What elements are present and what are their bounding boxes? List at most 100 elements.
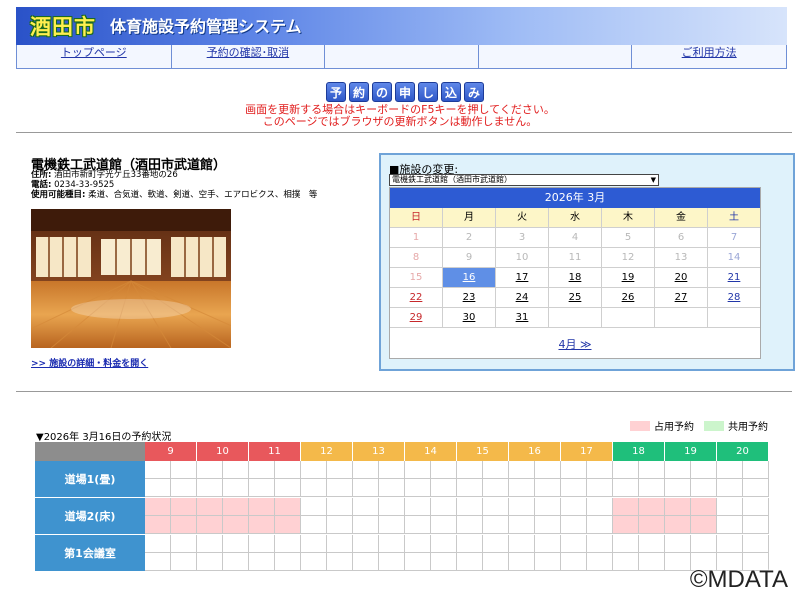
time-slot[interactable] <box>405 516 431 534</box>
time-slot[interactable] <box>717 479 743 497</box>
time-slot[interactable] <box>379 461 405 479</box>
time-slot[interactable] <box>561 479 587 497</box>
time-slot[interactable] <box>431 553 457 571</box>
time-slot[interactable] <box>353 479 379 497</box>
time-slot[interactable] <box>483 535 509 553</box>
time-slot[interactable] <box>379 479 405 497</box>
facility-select[interactable]: 電機鉄工武道館（酒田市武道館） ▼ <box>389 174 659 186</box>
time-slot[interactable] <box>405 553 431 571</box>
facility-detail-link[interactable]: >> 施設の詳細・料金を開く <box>31 356 148 369</box>
calendar-day[interactable]: 30 <box>443 308 496 328</box>
time-slot[interactable] <box>587 479 613 497</box>
time-slot[interactable] <box>691 461 717 479</box>
calendar-day[interactable]: 17 <box>496 268 549 288</box>
time-slot[interactable] <box>665 535 691 553</box>
time-slot[interactable] <box>171 553 197 571</box>
time-slot[interactable] <box>457 553 483 571</box>
time-slot[interactable] <box>535 535 561 553</box>
time-slot[interactable] <box>327 461 353 479</box>
time-slot[interactable] <box>145 498 171 516</box>
calendar-day[interactable]: 16 <box>443 268 496 288</box>
time-slot[interactable] <box>223 479 249 497</box>
time-slot[interactable] <box>379 516 405 534</box>
time-slot[interactable] <box>275 516 301 534</box>
time-slot[interactable] <box>405 461 431 479</box>
time-slot[interactable] <box>197 535 223 553</box>
time-slot[interactable] <box>249 516 275 534</box>
time-slot[interactable] <box>197 479 223 497</box>
time-slot[interactable] <box>717 535 743 553</box>
time-slot[interactable] <box>275 479 301 497</box>
time-slot[interactable] <box>639 553 665 571</box>
time-slot[interactable] <box>587 498 613 516</box>
time-slot[interactable] <box>639 535 665 553</box>
time-slot[interactable] <box>587 461 613 479</box>
time-slot[interactable] <box>223 553 249 571</box>
time-slot[interactable] <box>639 479 665 497</box>
time-slot[interactable] <box>639 461 665 479</box>
time-slot[interactable] <box>717 461 743 479</box>
time-slot[interactable] <box>145 535 171 553</box>
time-slot[interactable] <box>639 498 665 516</box>
time-slot[interactable] <box>483 461 509 479</box>
time-slot[interactable] <box>171 498 197 516</box>
calendar-day[interactable]: 31 <box>496 308 549 328</box>
time-slot[interactable] <box>171 516 197 534</box>
time-slot[interactable] <box>431 535 457 553</box>
time-slot[interactable] <box>223 498 249 516</box>
calendar-day[interactable]: 21 <box>708 268 760 288</box>
calendar-day[interactable]: 27 <box>655 288 708 308</box>
time-slot[interactable] <box>613 498 639 516</box>
time-slot[interactable] <box>431 461 457 479</box>
time-slot[interactable] <box>223 516 249 534</box>
next-month-link[interactable]: 4月 ≫ <box>390 336 760 352</box>
time-slot[interactable] <box>639 516 665 534</box>
time-slot[interactable] <box>483 498 509 516</box>
nav-link-guide[interactable]: ご利用方法 <box>632 46 786 60</box>
time-slot[interactable] <box>405 535 431 553</box>
time-slot[interactable] <box>301 479 327 497</box>
time-slot[interactable] <box>535 479 561 497</box>
time-slot[interactable] <box>509 553 535 571</box>
calendar-day[interactable]: 24 <box>496 288 549 308</box>
time-slot[interactable] <box>457 479 483 497</box>
time-slot[interactable] <box>665 498 691 516</box>
time-slot[interactable] <box>561 516 587 534</box>
time-slot[interactable] <box>561 498 587 516</box>
time-slot[interactable] <box>743 479 769 497</box>
time-slot[interactable] <box>301 461 327 479</box>
time-slot[interactable] <box>613 479 639 497</box>
city-logo[interactable]: 酒田市 <box>26 12 100 41</box>
time-slot[interactable] <box>275 498 301 516</box>
time-slot[interactable] <box>431 516 457 534</box>
time-slot[interactable] <box>457 498 483 516</box>
time-slot[interactable] <box>145 553 171 571</box>
time-slot[interactable] <box>561 535 587 553</box>
time-slot[interactable] <box>613 535 639 553</box>
time-slot[interactable] <box>379 498 405 516</box>
time-slot[interactable] <box>327 535 353 553</box>
calendar-day[interactable]: 19 <box>602 268 655 288</box>
time-slot[interactable] <box>691 479 717 497</box>
calendar-day[interactable]: 26 <box>602 288 655 308</box>
time-slot[interactable] <box>353 535 379 553</box>
time-slot[interactable] <box>145 461 171 479</box>
time-slot[interactable] <box>171 461 197 479</box>
time-slot[interactable] <box>535 553 561 571</box>
time-slot[interactable] <box>587 535 613 553</box>
time-slot[interactable] <box>665 553 691 571</box>
time-slot[interactable] <box>275 535 301 553</box>
time-slot[interactable] <box>509 498 535 516</box>
time-slot[interactable] <box>301 553 327 571</box>
time-slot[interactable] <box>405 479 431 497</box>
time-slot[interactable] <box>249 535 275 553</box>
time-slot[interactable] <box>197 498 223 516</box>
time-slot[interactable] <box>249 498 275 516</box>
nav-item-top[interactable]: トップページ <box>17 45 172 68</box>
time-slot[interactable] <box>509 516 535 534</box>
time-slot[interactable] <box>275 461 301 479</box>
time-slot[interactable] <box>665 461 691 479</box>
time-slot[interactable] <box>509 479 535 497</box>
time-slot[interactable] <box>249 553 275 571</box>
calendar-day[interactable]: 25 <box>549 288 602 308</box>
